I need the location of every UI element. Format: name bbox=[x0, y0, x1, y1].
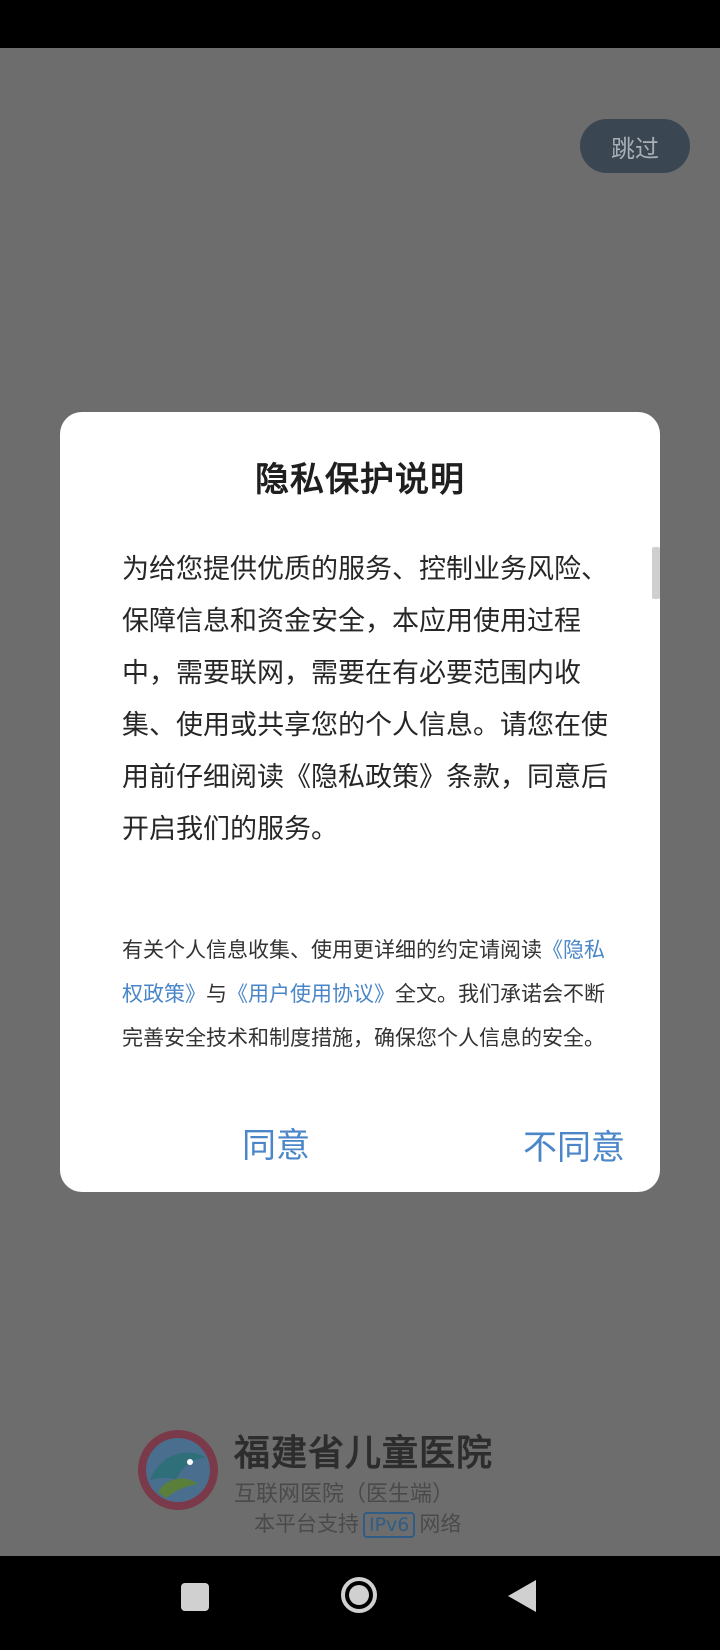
agree-button[interactable]: 同意 bbox=[216, 1112, 336, 1172]
user-agreement-link[interactable]: 《用户使用协议》 bbox=[227, 982, 395, 1006]
detail-conjunction: 与 bbox=[206, 982, 227, 1006]
dialog-detail-text: 有关个人信息收集、使用更详细的约定请阅读《隐私权政策》与《用户使用协议》全文。我… bbox=[122, 928, 612, 1060]
ipv6-support-line: 本平台支持 IPv6 网络 bbox=[254, 1508, 461, 1538]
triangle-back-icon[interactable] bbox=[506, 1578, 538, 1614]
skip-button[interactable]: 跳过 bbox=[580, 119, 690, 173]
ipv6-badge: IPv6 bbox=[363, 1512, 416, 1538]
hospital-subtitle: 互联网医院（医生端） bbox=[234, 1482, 455, 1507]
ipv6-prefix: 本平台支持 bbox=[254, 1512, 359, 1536]
brand-area: 福建省儿童医院 互联网医院（医生端） 本平台支持 IPv6 网络 bbox=[136, 1424, 596, 1544]
disagree-button[interactable]: 不同意 bbox=[504, 1114, 644, 1174]
scrollbar[interactable] bbox=[652, 547, 660, 599]
ipv6-suffix: 网络 bbox=[419, 1512, 462, 1536]
circle-home-icon[interactable] bbox=[340, 1576, 378, 1614]
status-bar bbox=[0, 0, 720, 48]
hospital-logo-icon bbox=[138, 1430, 218, 1510]
dialog-title: 隐私保护说明 bbox=[255, 460, 465, 500]
detail-prefix: 有关个人信息收集、使用更详细的约定请阅读 bbox=[122, 938, 542, 962]
privacy-dialog: 隐私保护说明 为给您提供优质的服务、控制业务风险、保障信息和资金安全，本应用使用… bbox=[60, 412, 660, 1192]
dialog-body-text: 为给您提供优质的服务、控制业务风险、保障信息和资金安全，本应用使用过程中，需要联… bbox=[122, 554, 608, 845]
square-icon[interactable] bbox=[181, 1583, 209, 1611]
navigation-bar bbox=[0, 1556, 720, 1650]
hospital-name: 福建省儿童医院 bbox=[234, 1433, 494, 1474]
